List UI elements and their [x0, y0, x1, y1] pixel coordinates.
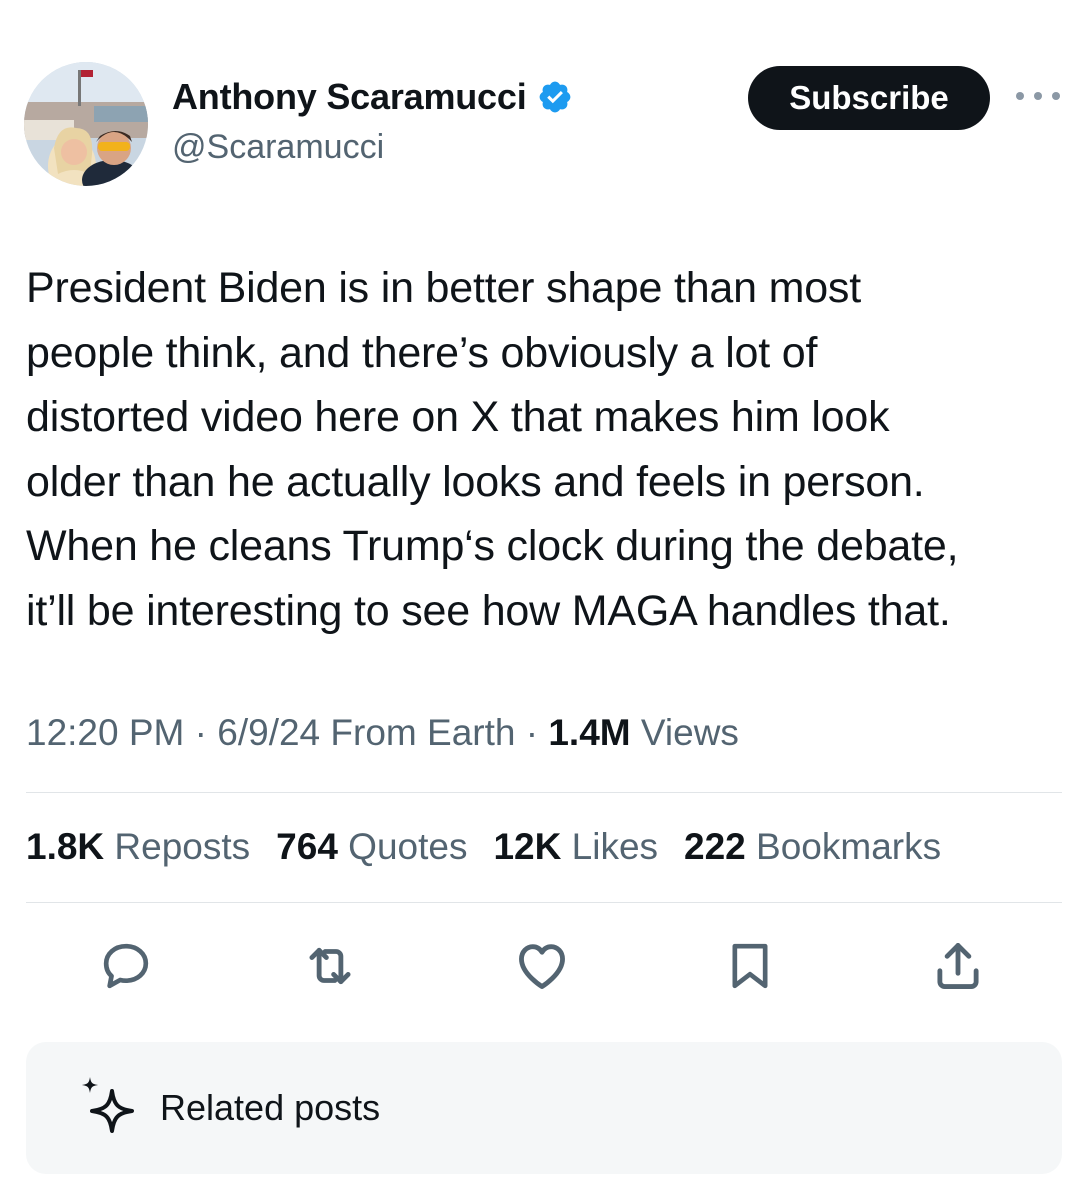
related-posts-label: Related posts [160, 1087, 381, 1128]
reply-icon[interactable] [96, 936, 156, 996]
tweet-line: When he cleans Trump‘s clock during the … [26, 522, 959, 570]
likes-stat[interactable]: 12K Likes [493, 826, 658, 868]
author-name[interactable]: Anthony Scaramucci [172, 76, 573, 118]
tweet-time[interactable]: 12:20 PM [26, 712, 184, 753]
reposts-count: 1.8K [26, 826, 105, 867]
related-posts-button[interactable]: Related posts [26, 1042, 1062, 1174]
bookmarks-label: Bookmarks [745, 826, 942, 867]
reposts-label: Reposts [104, 826, 251, 867]
likes-count: 12K [493, 826, 562, 867]
subscribe-button[interactable]: Subscribe [748, 66, 990, 130]
bookmarks-stat[interactable]: 222 Bookmarks [684, 826, 941, 868]
bookmarks-count: 222 [684, 826, 746, 867]
reposts-stat[interactable]: 1.8K Reposts [26, 826, 250, 868]
action-bar [0, 936, 1088, 996]
likes-label: Likes [561, 826, 659, 867]
bookmark-icon[interactable] [720, 936, 780, 996]
like-icon[interactable] [512, 936, 572, 996]
tweet-line: distorted video here on X that makes him… [26, 393, 890, 441]
tweet-source: From Earth [320, 712, 516, 753]
tweet-line: older than he actually looks and feels i… [26, 457, 925, 506]
tweet-meta: 12:20 PM · 6/9/24 From Earth · 1.4M View… [26, 712, 739, 754]
avatar[interactable] [24, 62, 148, 186]
repost-icon[interactable] [300, 936, 360, 996]
engagement-stats: 1.8K Reposts 764 Quotes 12K Likes 222 Bo… [26, 826, 941, 868]
quotes-count: 764 [276, 826, 338, 867]
meta-separator: · [184, 712, 218, 753]
tweet-line: President Biden is in better shape than … [26, 264, 861, 312]
author-handle[interactable]: @Scaramucci [172, 128, 384, 167]
tweet-text: President Biden is in better shape than … [26, 256, 1076, 643]
tweet-line: it’ll be interesting to see how MAGA han… [26, 586, 951, 635]
meta-separator: · [515, 712, 549, 753]
verified-badge-icon [539, 81, 570, 113]
share-icon[interactable] [928, 936, 988, 996]
tweet-line: people think, and there’s obviously a lo… [26, 328, 818, 377]
divider [26, 902, 1062, 903]
sparkle-icon [82, 1077, 134, 1133]
quotes-stat[interactable]: 764 Quotes [276, 826, 467, 868]
tweet-date[interactable]: 6/9/24 [217, 712, 320, 753]
quotes-label: Quotes [337, 826, 468, 867]
more-horizontal-icon[interactable] [1016, 84, 1060, 108]
author-display-name[interactable]: Anthony Scaramucci [172, 76, 527, 118]
divider [26, 792, 1062, 793]
views-count: 1.4M [548, 712, 631, 753]
views-label: Views [630, 712, 739, 753]
